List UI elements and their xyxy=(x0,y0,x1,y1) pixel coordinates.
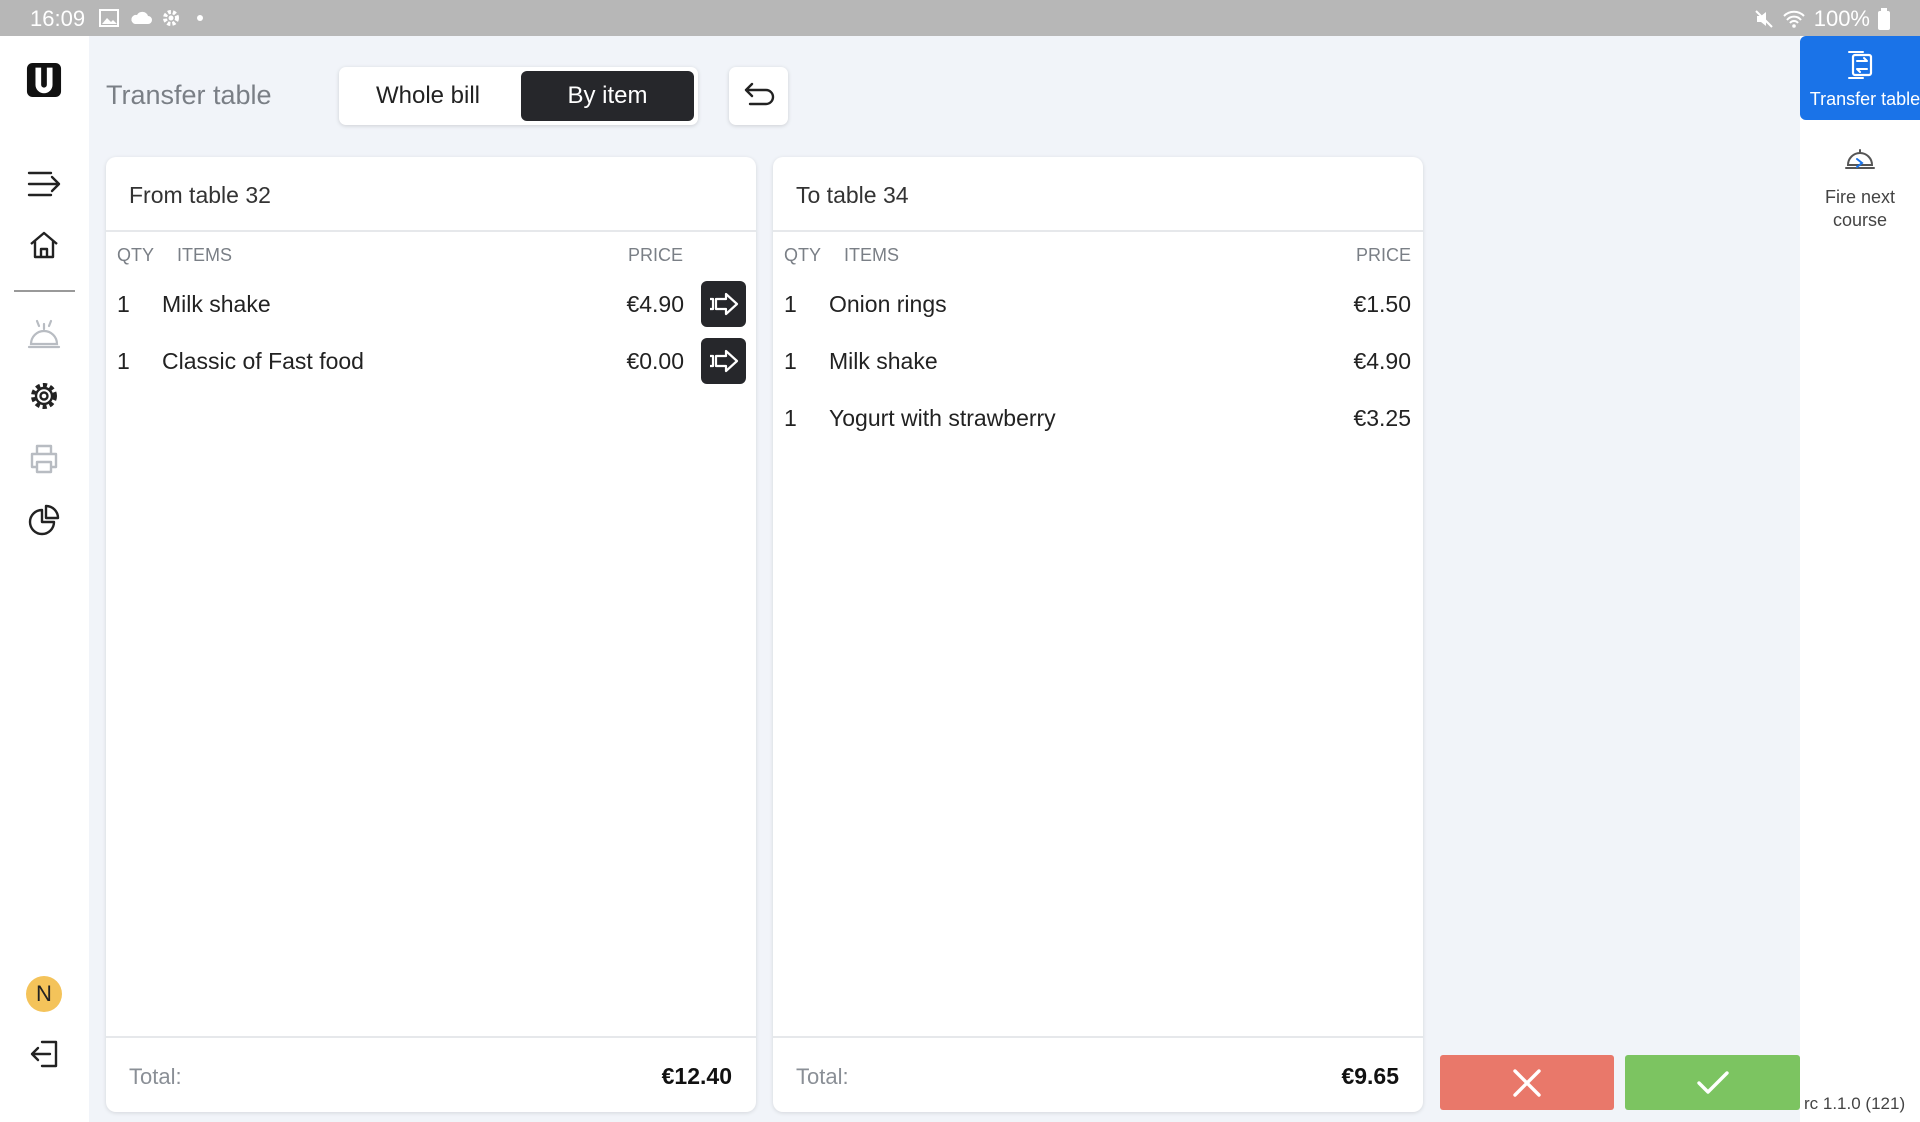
menu-collapse-icon xyxy=(27,171,61,197)
mute-icon xyxy=(1755,10,1773,28)
from-panel-footer: Total: €12.40 xyxy=(106,1036,756,1112)
right-action-rail: Transfer table Fire next course xyxy=(1800,36,1920,1122)
app-version: rc 1.1.0 (121) xyxy=(1804,1094,1906,1113)
qty-column-header: QTY xyxy=(117,245,155,265)
cloud-icon xyxy=(131,11,152,24)
to-table-title: To table 34 xyxy=(796,182,909,208)
total-label: Total: xyxy=(129,1064,182,1089)
battery-percent: 100% xyxy=(1813,6,1870,31)
item-qty: 1 xyxy=(784,291,797,317)
move-item-button[interactable] xyxy=(701,281,746,327)
item-name: Onion rings xyxy=(829,291,947,317)
to-panel-header: To table 34 xyxy=(773,157,1423,232)
table-row: 1 Milk shake €4.90 xyxy=(106,277,756,331)
fire-label-line-2: course xyxy=(1832,210,1888,230)
item-price: €4.90 xyxy=(626,291,684,317)
logout-icon xyxy=(30,1040,58,1068)
printer-icon xyxy=(30,444,58,474)
service-button[interactable] xyxy=(26,316,62,352)
settings-button[interactable] xyxy=(26,378,62,414)
print-button[interactable] xyxy=(26,441,62,477)
from-panel-header: From table 32 xyxy=(106,157,756,232)
move-item-button[interactable] xyxy=(701,338,746,384)
to-table-panel: To table 34 QTY ITEMS PRICE 1 Onion ring… xyxy=(773,157,1423,1112)
status-bar: 16:09 100% xyxy=(0,0,1920,36)
item-qty: 1 xyxy=(117,348,130,374)
cancel-button[interactable] xyxy=(1440,1055,1614,1110)
home-icon xyxy=(30,231,58,259)
notification-dot-icon xyxy=(197,15,203,21)
from-total-value: €12.40 xyxy=(661,1063,732,1089)
return-arrow-icon xyxy=(744,82,774,106)
item-price: €3.25 xyxy=(1353,405,1411,431)
close-icon xyxy=(1513,1068,1541,1097)
collapse-menu-button[interactable] xyxy=(26,166,62,202)
total-label: Total: xyxy=(796,1064,849,1089)
table-row: 1 Classic of Fast food €0.00 xyxy=(106,334,756,388)
rail-divider xyxy=(14,290,75,292)
item-qty: 1 xyxy=(117,291,130,317)
price-column-header: PRICE xyxy=(1355,245,1411,265)
undo-button[interactable] xyxy=(729,67,788,125)
gear-icon xyxy=(31,383,57,409)
transfer-table-label: Transfer table xyxy=(1809,89,1920,109)
page-title: Transfer table xyxy=(106,80,272,110)
table-row: 1 Yogurt with strawberry €3.25 xyxy=(773,391,1423,445)
transfer-mode-toggle: Whole bill By item xyxy=(339,67,698,125)
transfer-table-action[interactable]: Transfer table xyxy=(1800,36,1920,120)
qty-column-header: QTY xyxy=(784,245,822,265)
fire-next-course-action[interactable]: Fire next course xyxy=(1800,140,1920,230)
cloche-icon xyxy=(27,319,61,349)
app-logo xyxy=(26,62,62,98)
item-qty: 1 xyxy=(784,348,797,374)
logout-button[interactable] xyxy=(26,1036,62,1072)
to-panel-footer: Total: €9.65 xyxy=(773,1036,1423,1112)
arrow-right-icon xyxy=(709,292,738,316)
whole-bill-option[interactable]: Whole bill xyxy=(343,71,513,121)
fire-label-line-1: Fire next xyxy=(1824,187,1896,207)
table-row: 1 Milk shake €4.90 xyxy=(773,334,1423,388)
status-time: 16:09 xyxy=(30,6,86,31)
arrow-right-icon xyxy=(709,349,738,373)
checkmark-icon xyxy=(1696,1070,1729,1094)
item-price: €4.90 xyxy=(1353,348,1411,374)
pie-chart-icon xyxy=(28,504,60,536)
item-name: Milk shake xyxy=(162,291,271,317)
items-column-header: ITEMS xyxy=(844,245,900,265)
from-table-title: From table 32 xyxy=(129,182,271,208)
user-avatar[interactable]: N xyxy=(26,976,62,1012)
confirm-button[interactable] xyxy=(1625,1055,1800,1110)
wifi-icon xyxy=(1783,10,1805,28)
gallery-icon xyxy=(99,9,119,27)
left-nav-rail: N xyxy=(0,36,89,1122)
item-name: Milk shake xyxy=(829,348,938,374)
transfer-table-icon xyxy=(1848,51,1873,79)
to-total-value: €9.65 xyxy=(1341,1063,1399,1089)
item-name: Yogurt with strawberry xyxy=(829,405,1056,431)
from-table-panel: From table 32 QTY ITEMS PRICE 1 Milk sha… xyxy=(106,157,756,1112)
by-item-option[interactable]: By item xyxy=(521,71,694,121)
fire-next-course-label: Fire next course xyxy=(1800,186,1920,232)
item-qty: 1 xyxy=(784,405,797,431)
fire-course-icon xyxy=(1845,149,1875,169)
item-name: Classic of Fast food xyxy=(162,348,364,374)
item-price: €1.50 xyxy=(1353,291,1411,317)
price-column-header: PRICE xyxy=(628,245,684,265)
home-button[interactable] xyxy=(26,227,62,263)
table-row: 1 Onion rings €1.50 xyxy=(773,277,1423,331)
battery-icon xyxy=(1878,8,1890,30)
reports-button[interactable] xyxy=(26,502,62,538)
items-column-header: ITEMS xyxy=(177,245,233,265)
logo-icon xyxy=(26,62,62,98)
settings-status-icon xyxy=(163,10,179,26)
item-price: €0.00 xyxy=(626,348,684,374)
